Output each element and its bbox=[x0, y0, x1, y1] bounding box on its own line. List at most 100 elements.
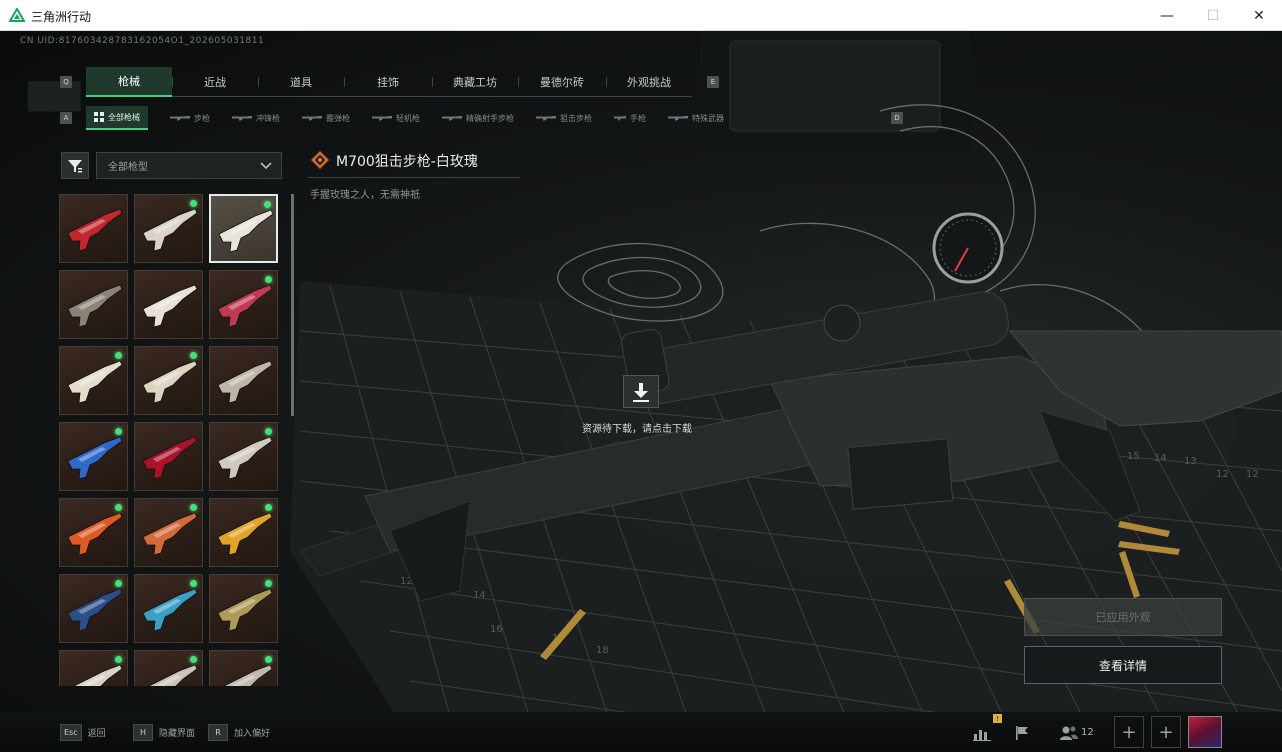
hint-hide-ui[interactable]: H 隐藏界面 bbox=[133, 722, 195, 742]
skin-tile[interactable] bbox=[209, 270, 278, 339]
subtab-label: 全部枪械 bbox=[108, 112, 140, 122]
gun-skin-thumbnail-icon bbox=[142, 512, 198, 556]
svg-text:12: 12 bbox=[1246, 469, 1259, 480]
maximize-button[interactable]: ☐ bbox=[1190, 0, 1236, 31]
hint-back[interactable]: Esc 返回 bbox=[60, 722, 106, 742]
flag-button[interactable] bbox=[1005, 716, 1039, 750]
tab-guns[interactable]: 枪械 bbox=[86, 67, 172, 97]
skin-tile[interactable] bbox=[134, 346, 203, 415]
skin-grid-scrollbar[interactable] bbox=[291, 194, 294, 416]
tab-charms[interactable]: 挂饰 bbox=[344, 67, 432, 97]
skin-tile[interactable] bbox=[134, 498, 203, 567]
dmr-icon bbox=[442, 115, 462, 121]
subtab-all-guns[interactable]: 全部枪械 bbox=[86, 106, 148, 130]
tab-appearance-challenge[interactable]: 外观挑战 bbox=[606, 67, 692, 97]
subtab-label: 冲锋枪 bbox=[256, 113, 280, 123]
skin-tile[interactable] bbox=[134, 194, 203, 263]
next-tab-key-hint[interactable]: E bbox=[707, 76, 719, 88]
skin-tile[interactable] bbox=[209, 346, 278, 415]
add-party-slot-button[interactable]: + bbox=[1151, 716, 1181, 748]
skin-tile[interactable] bbox=[59, 346, 128, 415]
subtab-label: 狙击步枪 bbox=[560, 113, 592, 123]
title-bar: 三角洲行动 — ☐ ✕ bbox=[0, 0, 1282, 31]
skin-tile[interactable] bbox=[59, 498, 128, 567]
owned-indicator bbox=[265, 276, 272, 283]
subtab-label: 精确射手步枪 bbox=[466, 113, 514, 123]
title-divider bbox=[308, 177, 520, 178]
subtab-special[interactable]: 特殊武器 bbox=[654, 106, 732, 130]
skin-tile[interactable] bbox=[134, 650, 203, 686]
rifle-icon bbox=[170, 115, 190, 121]
owned-indicator bbox=[265, 428, 272, 435]
skin-tile[interactable] bbox=[59, 422, 128, 491]
tab-melee[interactable]: 近战 bbox=[172, 67, 258, 97]
special-weapon-icon bbox=[668, 115, 688, 121]
subtab-shotgun[interactable]: 霰弹枪 bbox=[288, 106, 358, 130]
skin-tile[interactable] bbox=[209, 194, 278, 263]
pistol-icon bbox=[614, 115, 626, 121]
add-party-slot-button[interactable]: + bbox=[1114, 716, 1144, 748]
hint-add-favorite[interactable]: R 加入偏好 bbox=[208, 722, 270, 742]
gun-skin-thumbnail-icon bbox=[217, 360, 273, 404]
close-button[interactable]: ✕ bbox=[1236, 0, 1282, 31]
gun-type-dropdown[interactable]: 全部枪型 bbox=[96, 152, 282, 179]
owned-indicator bbox=[264, 201, 271, 208]
skin-tile[interactable] bbox=[59, 194, 128, 263]
lmg-icon bbox=[372, 115, 392, 121]
hint-label: 返回 bbox=[87, 728, 106, 739]
gun-skin-thumbnail-icon bbox=[67, 284, 123, 328]
skin-tile[interactable] bbox=[209, 650, 278, 686]
skin-description: 手握玫瑰之人，无需神祇 bbox=[310, 190, 420, 201]
prev-tab-key-hint[interactable]: Q bbox=[60, 76, 72, 88]
sniper-icon bbox=[536, 115, 556, 121]
download-button[interactable] bbox=[623, 375, 659, 408]
skin-tile[interactable] bbox=[209, 498, 278, 567]
hint-label: 加入偏好 bbox=[234, 728, 271, 739]
tab-collection-workshop[interactable]: 典藏工坊 bbox=[432, 67, 518, 97]
gun-skin-thumbnail-icon bbox=[218, 209, 274, 253]
subtab-rifle[interactable]: 步枪 bbox=[148, 106, 218, 130]
skin-tile[interactable] bbox=[59, 650, 128, 686]
subtab-smg[interactable]: 冲锋枪 bbox=[218, 106, 288, 130]
tab-mandel-brick[interactable]: 曼德尔砖 bbox=[518, 67, 606, 97]
gun-skin-thumbnail-icon bbox=[142, 436, 198, 480]
skin-tile[interactable] bbox=[134, 574, 203, 643]
skin-tile[interactable] bbox=[209, 574, 278, 643]
owned-indicator bbox=[265, 504, 272, 511]
tab-props[interactable]: 道具 bbox=[258, 67, 344, 97]
skin-tile[interactable] bbox=[134, 270, 203, 339]
applied-appearance-button[interactable]: 已应用外观 bbox=[1024, 598, 1222, 636]
subtab-dmr[interactable]: 精确射手步枪 bbox=[428, 106, 522, 130]
gun-skin-thumbnail-icon bbox=[217, 436, 273, 480]
subtab-pistol[interactable]: 手枪 bbox=[600, 106, 654, 130]
skin-tile[interactable] bbox=[59, 574, 128, 643]
skin-grid bbox=[59, 194, 283, 686]
dropdown-value: 全部枪型 bbox=[108, 162, 148, 173]
rarity-diamond-icon bbox=[311, 151, 329, 169]
owned-indicator bbox=[190, 580, 197, 587]
filter-button[interactable] bbox=[61, 152, 89, 179]
skin-name: M700狙击步枪-白玫瑰 bbox=[336, 154, 478, 170]
gun-skin-thumbnail-icon bbox=[67, 436, 123, 480]
smg-icon bbox=[232, 115, 252, 121]
owned-indicator bbox=[115, 656, 122, 663]
skin-tile[interactable] bbox=[59, 270, 128, 339]
skin-tile[interactable] bbox=[209, 422, 278, 491]
gun-skin-thumbnail-icon bbox=[67, 512, 123, 556]
download-prompt[interactable]: 资源待下载，请点击下载 bbox=[582, 420, 692, 435]
gun-skin-thumbnail-icon bbox=[142, 360, 198, 404]
svg-text:▆▆: ▆▆ bbox=[27, 72, 81, 112]
skin-tile[interactable] bbox=[134, 422, 203, 491]
svg-text:15: 15 bbox=[1127, 451, 1140, 462]
gun-skin-thumbnail-icon bbox=[217, 512, 273, 556]
svg-text:14: 14 bbox=[1154, 453, 1167, 464]
game-window: 三角洲行动 — ☐ ✕ 12 14 16 18 15 14 13 12 12 ▆… bbox=[0, 0, 1282, 752]
subtab-sniper[interactable]: 狙击步枪 bbox=[522, 106, 600, 130]
minimize-button[interactable]: — bbox=[1144, 0, 1190, 31]
view-details-button[interactable]: 查看详情 bbox=[1024, 646, 1222, 684]
subtab-lmg[interactable]: 轻机枪 bbox=[358, 106, 428, 130]
player-avatar[interactable] bbox=[1188, 716, 1222, 748]
next-subtab-key-hint[interactable]: D bbox=[891, 112, 903, 124]
prev-subtab-key-hint[interactable]: A bbox=[60, 112, 72, 124]
weapon-type-subtabs: 全部枪械 步枪 冲锋枪 霰弹枪 轻机枪 精确射手步枪 狙击步枪 手枪 特殊武器 bbox=[86, 106, 732, 130]
